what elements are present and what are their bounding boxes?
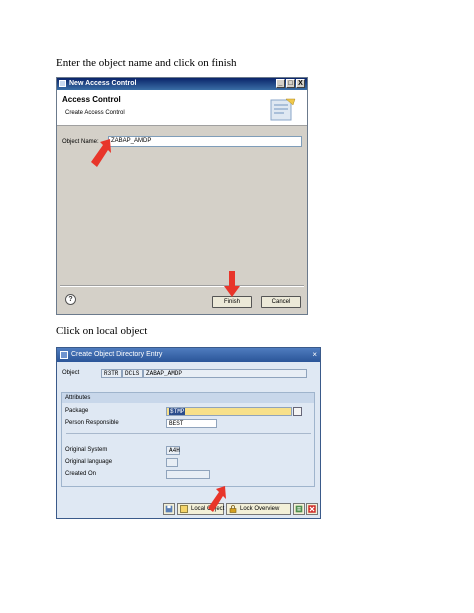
created-on-field — [166, 470, 210, 479]
new-access-control-dialog: New Access Control _ □ X Access Control … — [56, 77, 308, 315]
wizard-banner-icon — [270, 98, 296, 121]
wizard-header: Access Control Create Access Control — [57, 90, 307, 126]
original-language-field — [166, 458, 178, 467]
object-pgmid-field: R3TR — [101, 369, 122, 378]
package-value: $TMP — [169, 408, 186, 415]
created-on-label: Created On — [65, 471, 97, 477]
object-label: Object — [62, 370, 80, 376]
dictionary-icon[interactable] — [293, 503, 305, 515]
pointer-arrow-icon — [208, 486, 226, 512]
original-language-label: Original language — [65, 459, 113, 465]
attributes-divider — [66, 433, 311, 434]
instruction-text-2: Click on local object — [56, 325, 148, 337]
lock-overview-icon — [229, 505, 237, 513]
lock-overview-label: Lock Overview — [240, 506, 280, 512]
dialog1-separator — [60, 285, 304, 287]
dialog1-window-title: New Access Control — [69, 80, 137, 87]
person-responsible-input[interactable]: BEST — [166, 419, 217, 428]
attributes-header: Attributes — [62, 393, 314, 403]
wizard-title: Access Control — [62, 95, 121, 104]
pointer-arrow-icon — [91, 139, 111, 167]
value-help-icon[interactable] — [293, 407, 302, 416]
window-icon — [60, 351, 68, 359]
object-type-field: DCLS — [122, 369, 143, 378]
person-responsible-label: Person Responsible — [65, 420, 119, 426]
dialog2-title-bar: Create Object Directory Entry × — [57, 348, 320, 362]
close-icon[interactable]: × — [312, 348, 317, 362]
instruction-text-1: Enter the object name and click on finis… — [56, 57, 237, 69]
lock-overview-button[interactable]: Lock Overview — [226, 503, 291, 515]
package-label: Package — [65, 408, 89, 414]
cancel-icon[interactable] — [306, 503, 318, 515]
package-input[interactable]: $TMP — [166, 407, 292, 416]
minimize-button[interactable]: _ — [276, 79, 285, 88]
wizard-subtitle: Create Access Control — [65, 110, 125, 116]
cancel-button[interactable]: Cancel — [261, 296, 301, 308]
attributes-group: Attributes Package $TMP Person Responsib… — [61, 392, 315, 487]
window-icon — [59, 80, 66, 87]
dialog2-window-title: Create Object Directory Entry — [71, 351, 163, 358]
maximize-button[interactable]: □ — [286, 79, 295, 88]
close-button[interactable]: X — [296, 79, 305, 88]
object-name-input[interactable]: ZABAP_AMDP — [108, 136, 302, 147]
create-object-directory-entry-dialog: Create Object Directory Entry × Object R… — [56, 347, 321, 519]
original-system-label: Original System — [65, 447, 108, 453]
dialog1-title-bar: New Access Control _ □ X — [57, 78, 307, 90]
dialog2-toolbar: Local Object Lock Overview — [57, 501, 320, 518]
help-icon[interactable]: ? — [65, 294, 76, 305]
original-system-field: A4H — [166, 446, 180, 455]
local-object-icon — [180, 505, 188, 513]
object-name-field: ZABAP_AMDP — [143, 369, 307, 378]
pointer-arrow-icon — [224, 271, 240, 297]
save-icon[interactable] — [163, 503, 175, 515]
